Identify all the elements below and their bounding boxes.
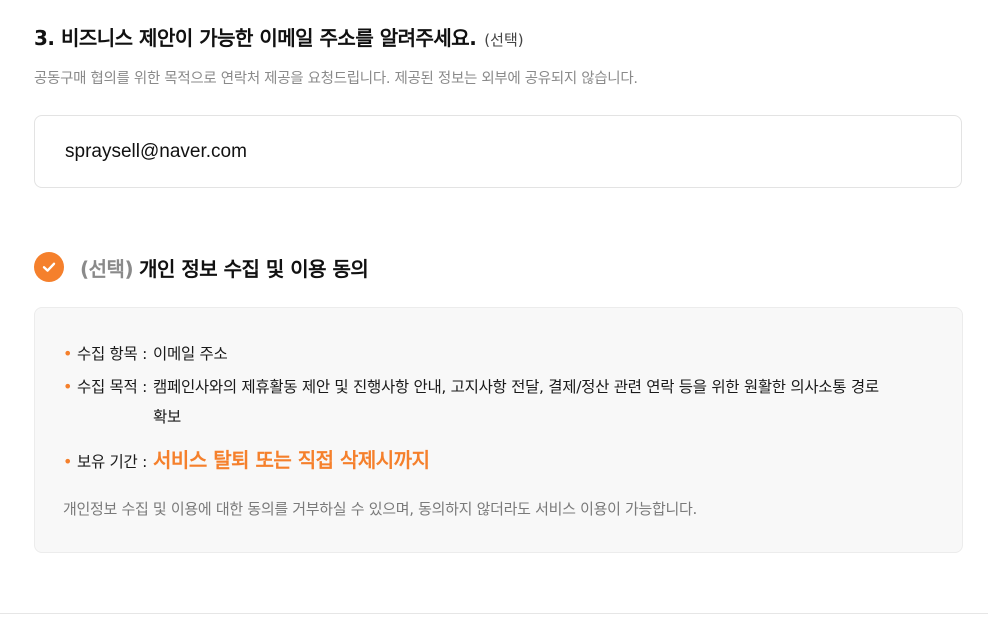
bullet: • bbox=[63, 452, 73, 471]
bullet: • bbox=[63, 344, 73, 363]
consent-checkbox[interactable] bbox=[34, 252, 64, 282]
section-divider bbox=[0, 613, 988, 614]
question-title: 3. 비즈니스 제안이 가능한 이메일 주소를 알려주세요. (선택) bbox=[34, 22, 524, 51]
privacy-item-value: 캠페인사와의 제휴활동 제안 및 진행사항 안내, 고지사항 전달, 결제/정산… bbox=[153, 378, 879, 426]
consent-label: (선택) 개인 정보 수집 및 이용 동의 bbox=[80, 253, 369, 282]
question-optional-tag: (선택) bbox=[484, 31, 524, 49]
privacy-info-box: • 수집 항목 : 이메일 주소 • 수집 목적 : 캠페인사와의 제휴활동 제… bbox=[34, 307, 963, 553]
privacy-item-collected: • 수집 항목 : 이메일 주소 bbox=[63, 342, 228, 364]
consent-optional-tag: (선택) bbox=[80, 256, 134, 281]
privacy-footnote: 개인정보 수집 및 이용에 대한 동의를 거부하실 수 있으며, 동의하지 않더… bbox=[63, 500, 698, 518]
email-field-container[interactable] bbox=[34, 115, 962, 188]
privacy-item-label: 수집 항목 : bbox=[77, 345, 148, 363]
privacy-item-retention: • 보유 기간 : 서비스 탈퇴 또는 직접 삭제시까지 bbox=[63, 444, 430, 473]
privacy-item-purpose: • 수집 목적 : 캠페인사와의 제휴활동 제안 및 진행사항 안내, 고지사항… bbox=[63, 372, 893, 432]
privacy-item-label: 수집 목적 : bbox=[77, 378, 148, 396]
privacy-item-value: 이메일 주소 bbox=[153, 345, 228, 363]
consent-label-text: 개인 정보 수집 및 이용 동의 bbox=[139, 256, 369, 281]
question-helper-text: 공동구매 협의를 위한 목적으로 연락처 제공을 요청드립니다. 제공된 정보는… bbox=[34, 71, 638, 87]
privacy-item-label: 보유 기간 : bbox=[77, 453, 148, 471]
question-title-text: 3. 비즈니스 제안이 가능한 이메일 주소를 알려주세요. bbox=[34, 26, 477, 50]
privacy-item-value: 서비스 탈퇴 또는 직접 삭제시까지 bbox=[153, 448, 430, 472]
checkmark-icon bbox=[42, 262, 56, 272]
email-field[interactable] bbox=[65, 116, 925, 187]
bullet: • bbox=[63, 377, 73, 396]
consent-checkbox-row[interactable]: (선택) 개인 정보 수집 및 이용 동의 bbox=[34, 252, 369, 282]
